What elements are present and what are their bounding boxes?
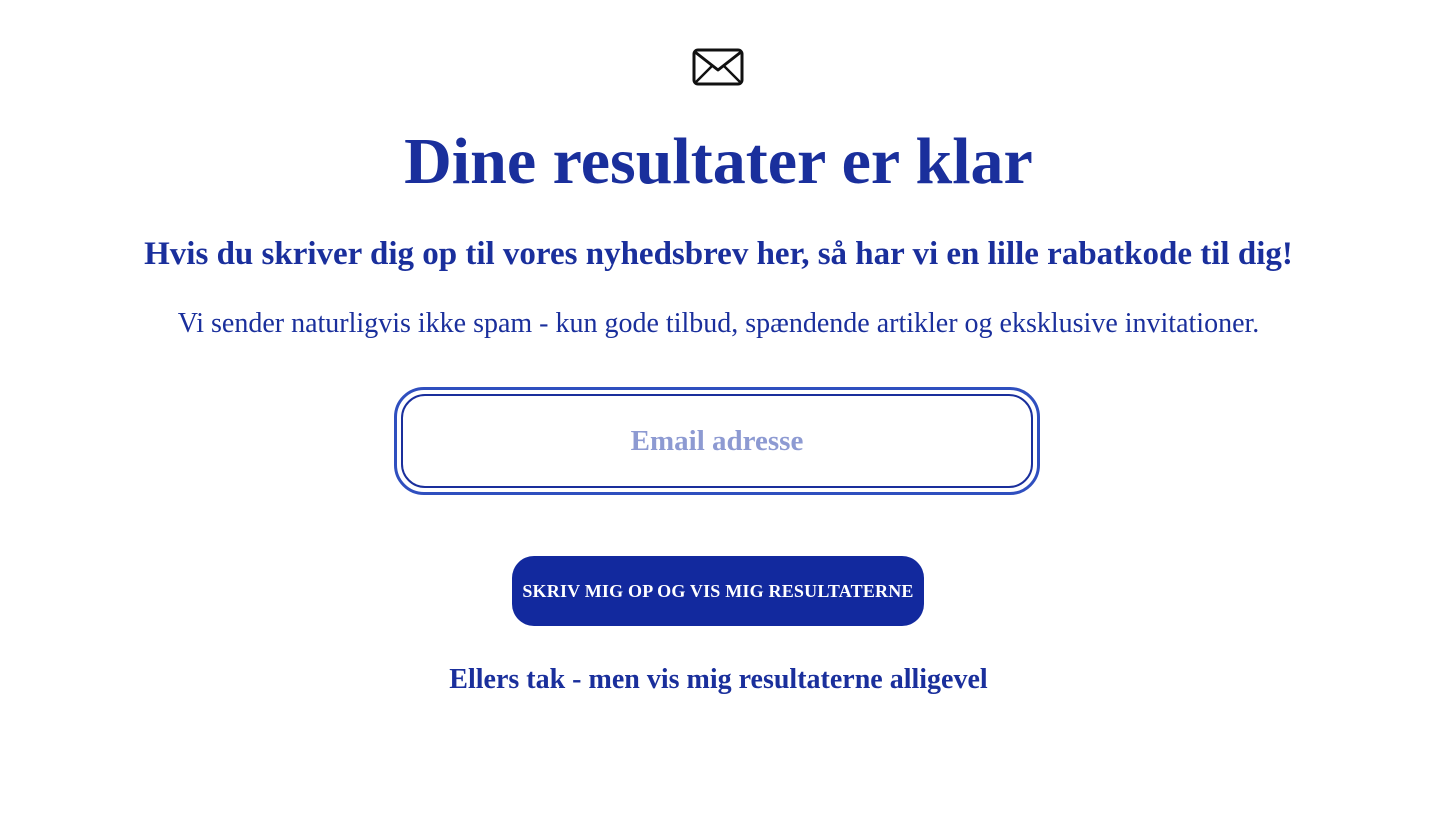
newsletter-signup-page: Dine resultater er klar Hvis du skriver …: [0, 0, 1451, 834]
skip-and-show-results-link[interactable]: Ellers tak - men vis mig resultaterne al…: [0, 662, 1437, 698]
email-field-focus-ring: [394, 387, 1040, 495]
subscribe-and-show-results-button[interactable]: SKRIV MIG OP OG VIS MIG RESULTATERNE: [512, 556, 924, 626]
mail-icon: [692, 48, 744, 86]
email-input[interactable]: [401, 394, 1033, 488]
discount-subtitle: Hvis du skriver dig op til vores nyhedsb…: [144, 236, 1293, 272]
page-title: Dine resultater er klar: [404, 125, 1033, 198]
no-spam-description: Vi sender naturligvis ikke spam - kun go…: [177, 308, 1260, 339]
